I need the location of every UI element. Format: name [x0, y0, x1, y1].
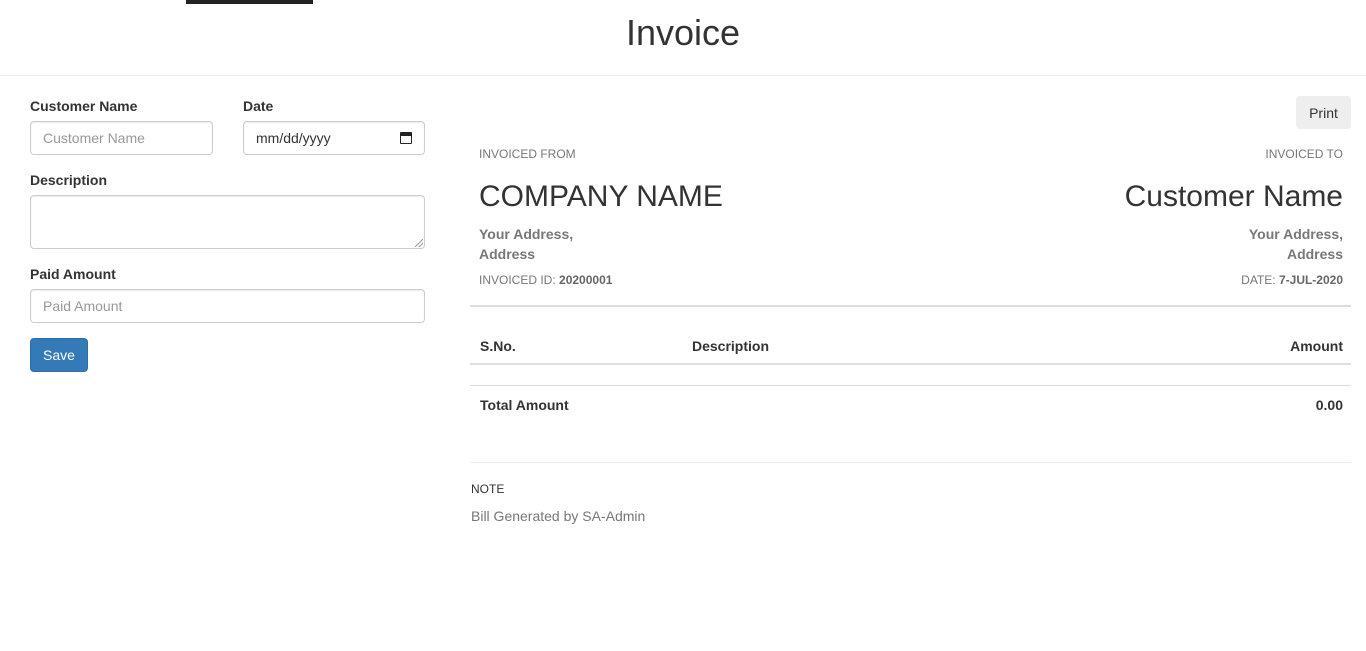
from-address-line1: Your Address, [479, 226, 574, 242]
total-amount-value: 0.00 [1315, 397, 1343, 413]
date-input[interactable]: mm/dd/yyyy [243, 121, 425, 155]
from-address-line2: Address [479, 246, 536, 262]
column-header-amount: Amount [1290, 338, 1343, 354]
invoice-id-value: 20200001 [559, 273, 613, 287]
to-address-line2: Address [1286, 246, 1343, 262]
customer-name-label: Customer Name [30, 98, 138, 114]
to-address-line1: Your Address, [1248, 226, 1343, 242]
print-button[interactable]: Print [1296, 96, 1351, 129]
description-textarea[interactable] [30, 195, 425, 249]
description-label: Description [30, 172, 108, 188]
paid-amount-label: Paid Amount [30, 266, 116, 282]
total-amount-label: Total Amount [480, 397, 569, 413]
divider [470, 305, 1351, 307]
customer-name-input[interactable] [30, 121, 213, 155]
invoiced-from-label: INVOICED FROM [479, 147, 576, 161]
invoiced-to-label: INVOICED TO [1265, 147, 1343, 161]
invoice-date-value: 7-JUL-2020 [1278, 273, 1343, 287]
invoice-id-line: INVOICED ID: 20200001 [479, 273, 612, 287]
description-field-wrap [30, 195, 425, 249]
note-label: NOTE [471, 482, 505, 496]
company-name: COMPANY NAME [479, 180, 723, 213]
table-header-divider [470, 363, 1351, 365]
date-label: Date [243, 98, 274, 114]
resize-grip-icon[interactable] [415, 239, 423, 247]
note-text: Bill Generated by SA-Admin [471, 508, 646, 524]
save-button[interactable]: Save [30, 338, 88, 372]
invoice-customer-name: Customer Name [1124, 180, 1343, 213]
table-body-divider [470, 385, 1351, 386]
note-divider [470, 462, 1351, 463]
invoice-id-label: INVOICED ID: [479, 273, 556, 287]
page-title: Invoice [625, 12, 741, 53]
invoice-date-line: DATE: 7-JUL-2020 [1241, 273, 1343, 287]
page-header: Invoice [0, 0, 1366, 76]
invoice-date-label: DATE: [1241, 273, 1276, 287]
date-input-value: mm/dd/yyyy [256, 130, 331, 146]
column-header-description: Description [692, 338, 770, 354]
column-header-sno: S.No. [480, 338, 516, 354]
calendar-icon[interactable] [400, 132, 412, 144]
paid-amount-input[interactable] [30, 289, 425, 323]
